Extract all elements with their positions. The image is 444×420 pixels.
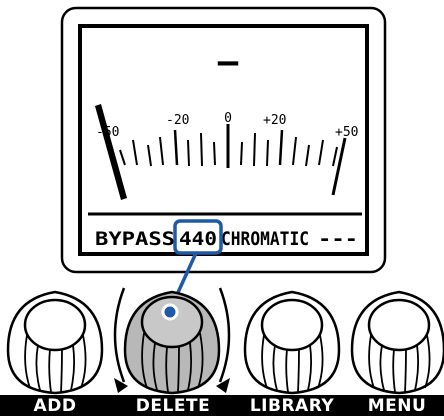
note-display: – bbox=[218, 42, 239, 82]
tuner-device: – -50 -20 0 +20 +50 BYPASS 440 CHROMATIC… bbox=[0, 0, 444, 416]
add-button-label: ADD bbox=[33, 396, 77, 416]
scale-label-plus50: +50 bbox=[335, 125, 358, 140]
bypass-label: BYPASS bbox=[95, 228, 175, 250]
status-value: --- bbox=[318, 228, 358, 250]
calibration-value: 440 bbox=[179, 228, 217, 250]
knob-add[interactable] bbox=[6, 290, 104, 395]
knob-selector-dot bbox=[161, 303, 179, 321]
arrow-left-icon bbox=[114, 378, 128, 393]
scale-label-minus20: -20 bbox=[166, 113, 189, 128]
menu-button-label: MENU bbox=[367, 396, 427, 416]
knob-delete[interactable] bbox=[113, 287, 231, 395]
library-button-label: LIBRARY bbox=[249, 396, 335, 416]
knob-menu[interactable] bbox=[350, 290, 444, 395]
tuner-type-label: CHROMATIC bbox=[221, 228, 309, 250]
arrow-right-icon bbox=[216, 378, 230, 393]
scale-label-zero: 0 bbox=[224, 111, 232, 126]
scale-label-plus20: +20 bbox=[263, 113, 286, 128]
knob-library[interactable] bbox=[243, 290, 341, 395]
delete-button-label: DELETE bbox=[135, 396, 211, 416]
